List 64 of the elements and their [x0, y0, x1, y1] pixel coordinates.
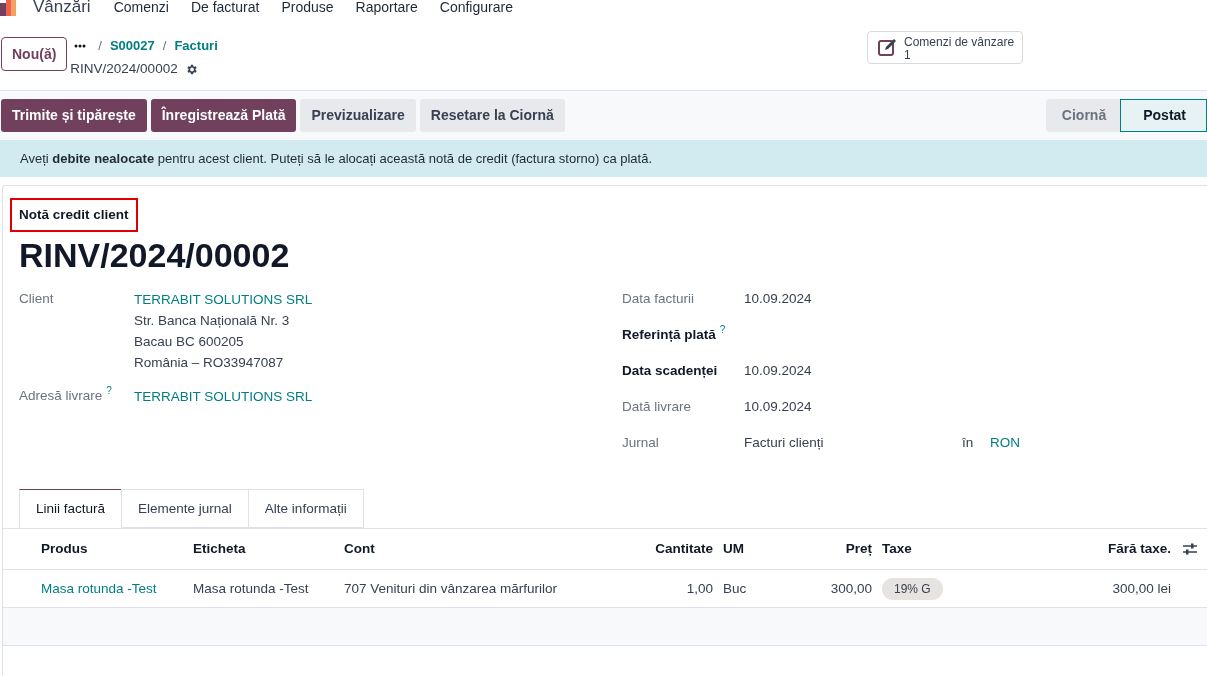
field-value: 10.09.2024	[744, 290, 813, 309]
field-value: 10.09.2024	[744, 362, 813, 381]
record-name: RINV/2024/00002	[70, 60, 178, 78]
column-header[interactable]: Eticheta	[193, 541, 246, 557]
tab[interactable]: Linii factură	[19, 489, 123, 529]
action-button[interactable]: Înregistrează Plată	[150, 99, 297, 132]
address-line: România – RO33947087	[134, 354, 284, 373]
new-button[interactable]: Nou(ă)	[1, 37, 68, 71]
column-header[interactable]: Fără taxe.	[1107, 541, 1171, 557]
field-label: Jurnal	[622, 434, 659, 453]
column-header[interactable]: Produs	[41, 541, 88, 557]
field-label: Data facturii	[622, 290, 695, 309]
tab[interactable]: Alte informații	[247, 489, 364, 529]
status-step[interactable]: Ciornă	[1045, 99, 1121, 132]
product-link[interactable]: Masa rotunda -Test	[41, 580, 157, 596]
menu-item[interactable]: Produse	[281, 0, 334, 16]
breadcrumb-link[interactable]: S00027	[109, 36, 155, 56]
record-title: RINV/2024/00002	[19, 235, 290, 277]
info-alert: Aveți debite nealocate pentru acest client. Puteți să le alocați această notă de credit (factura storno) ca plată.	[0, 140, 1207, 177]
column-settings-icon[interactable]	[1183, 543, 1197, 556]
tax-tag: 19% G	[882, 577, 943, 600]
menu-item[interactable]: De facturat	[190, 0, 260, 16]
table-cell: 707 Venituri din vânzarea mărfurilor	[344, 580, 558, 596]
app-name[interactable]: Vânzări	[33, 0, 91, 16]
edit-icon	[878, 38, 898, 56]
tab[interactable]: Elemente jurnal	[121, 489, 249, 529]
help-icon[interactable]: ?	[106, 386, 112, 397]
status-step[interactable]: Postat	[1120, 99, 1207, 132]
table-cell: Buc	[723, 580, 747, 596]
menu-item[interactable]: Configurare	[439, 0, 513, 16]
action-button[interactable]: Previzualizare	[300, 99, 416, 132]
breadcrumb-separator: /	[162, 37, 167, 56]
address-line: Bacau BC 600205	[134, 333, 244, 352]
table-cell: 300,00 lei	[1112, 580, 1171, 596]
field-label: Data scadenței	[622, 362, 718, 381]
field-value: 10.09.2024	[744, 398, 813, 417]
breadcrumb-separator: /	[98, 37, 102, 56]
field-label: Adresă livrare	[19, 387, 103, 406]
partner-link[interactable]: TERRABIT SOLUTIONS SRL	[134, 386, 313, 408]
column-header[interactable]: UM	[723, 541, 744, 557]
table-cell: 300,00	[830, 580, 872, 596]
field-text: în	[962, 434, 975, 453]
menu-item[interactable]: Raportare	[355, 0, 418, 16]
currency-link[interactable]: RON	[990, 433, 1020, 454]
table-cell: Masa rotunda -Test	[193, 580, 309, 596]
action-button[interactable]: Resetare la Ciornă	[419, 99, 565, 132]
more-icon[interactable]	[74, 44, 87, 48]
field-label: Client	[19, 290, 54, 309]
column-header[interactable]: Preț	[845, 541, 872, 557]
address-line: Str. Banca Națională Nr. 3	[134, 312, 290, 331]
document-type-label: Notă credit client	[10, 198, 138, 233]
table-cell: 1,00	[686, 580, 713, 596]
field-label: Referință plată	[622, 326, 716, 345]
action-button[interactable]: Trimite și tipărește	[1, 99, 147, 132]
field-value: Facturi clienți	[744, 434, 825, 453]
column-header[interactable]: Cantitate	[655, 541, 713, 557]
partner-link[interactable]: TERRABIT SOLUTIONS SRL	[134, 289, 313, 311]
help-icon[interactable]: ?	[719, 325, 726, 336]
menu-item[interactable]: Comenzi	[113, 0, 169, 16]
field-label: Dată livrare	[622, 398, 692, 417]
column-header[interactable]: Taxe	[882, 541, 912, 557]
smart-button[interactable]: Comenzi de vânzare 1	[867, 31, 1023, 64]
column-header[interactable]: Cont	[344, 541, 375, 557]
breadcrumb-link[interactable]: Facturi	[174, 36, 218, 56]
